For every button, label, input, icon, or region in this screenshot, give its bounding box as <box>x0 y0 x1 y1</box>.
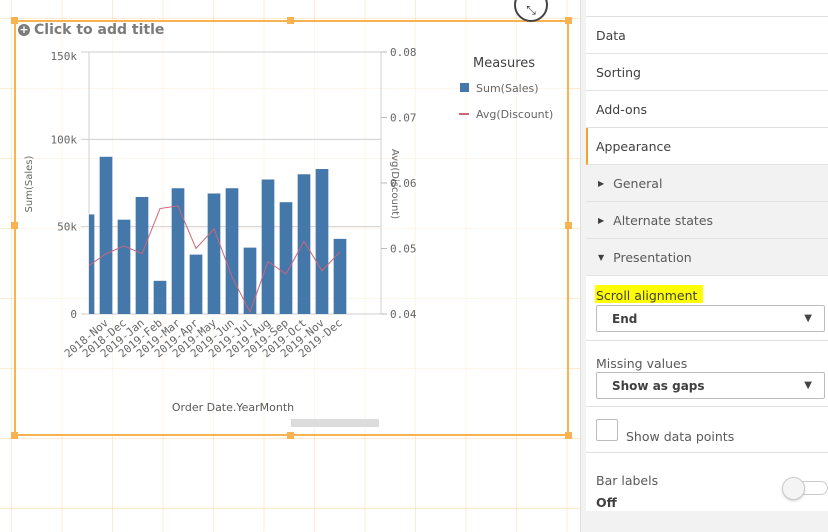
toggle-knob <box>782 477 805 500</box>
group-label: General <box>613 175 663 191</box>
y-axis-title: Sum(Sales) <box>24 155 35 212</box>
bar <box>279 202 293 314</box>
chevron-down-icon: ▼ <box>804 380 812 391</box>
bar <box>135 196 149 314</box>
show-data-points-checkbox[interactable] <box>596 419 618 441</box>
tab-add-ons[interactable]: Add-ons <box>586 91 828 128</box>
properties-panel: Data Sorting Add-ons Appearance ▶ General… <box>580 0 828 532</box>
tab-data[interactable]: Data <box>586 17 828 54</box>
dropdown-value: End <box>612 311 638 326</box>
y2-tick-label: 0.05 <box>390 243 417 256</box>
scroll-alignment-label: Scroll alignment <box>596 288 698 303</box>
y-tick-label: 50k <box>57 221 77 234</box>
presentation-section: Scroll alignment End ▼ Missing values Sho… <box>586 276 828 511</box>
bar <box>89 214 95 314</box>
tab-label: Appearance <box>596 138 672 154</box>
combo-chart: 050k100k150k0.040.050.060.070.082018-Nov… <box>24 46 553 414</box>
panel-top <box>586 0 828 17</box>
bar <box>225 188 239 314</box>
bar <box>153 280 167 314</box>
show-data-points-label: Show data points <box>626 429 735 444</box>
bar-labels-toggle[interactable] <box>782 477 828 500</box>
legend-swatch-bar <box>460 83 469 92</box>
dropdown-value: Show as gaps <box>612 378 705 393</box>
bar-labels-value: Off <box>596 495 617 510</box>
bar <box>189 254 203 314</box>
missing-values-dropdown[interactable]: Show as gaps ▼ <box>596 372 825 399</box>
chevron-down-icon: ▼ <box>804 313 812 324</box>
y2-tick-label: 0.07 <box>390 112 417 125</box>
group-alternate-states[interactable]: ▶ Alternate states <box>586 202 828 239</box>
bar <box>333 238 347 314</box>
legend-item: Avg(Discount) <box>476 108 553 121</box>
tab-sorting[interactable]: Sorting <box>586 54 828 91</box>
group-general[interactable]: ▶ General <box>586 165 828 202</box>
caret-down-icon: ▼ <box>598 252 605 262</box>
sheet-canvas: + Click to add title ⤡ 0 50k 100k 150k 0.04 0.… <box>0 0 580 532</box>
bar-labels-label: Bar labels <box>596 473 659 488</box>
caret-right-icon: ▶ <box>598 178 605 188</box>
bar <box>297 174 311 314</box>
group-label: Presentation <box>613 249 692 265</box>
y2-axis-title: Avg(Discount) <box>389 149 400 219</box>
bar <box>117 219 131 314</box>
y2-tick-label: 0.04 <box>390 308 417 321</box>
legend-title: Measures <box>473 56 535 71</box>
tab-appearance[interactable]: Appearance <box>586 128 828 165</box>
bar <box>207 193 221 314</box>
y2-tick-label: 0.08 <box>390 46 417 59</box>
legend-item: Sum(Sales) <box>476 82 539 95</box>
tab-label: Add-ons <box>596 101 648 117</box>
bar <box>261 179 275 314</box>
bar <box>99 156 113 314</box>
bar <box>315 169 329 314</box>
chart-scrollbar[interactable] <box>291 419 379 427</box>
group-label: Alternate states <box>613 212 714 228</box>
caret-right-icon: ▶ <box>598 215 605 225</box>
y-tick-label: 100k <box>51 133 78 146</box>
y-tick-label: 150k <box>51 50 78 63</box>
tab-label: Data <box>596 27 626 43</box>
scroll-alignment-dropdown[interactable]: End ▼ <box>596 305 825 332</box>
tab-label: Sorting <box>596 64 641 80</box>
x-axis-title: Order Date.YearMonth <box>172 401 294 414</box>
y-tick-label: 0 <box>70 308 77 321</box>
missing-values-label: Missing values <box>596 356 688 371</box>
group-presentation[interactable]: ▼ Presentation <box>586 239 828 276</box>
